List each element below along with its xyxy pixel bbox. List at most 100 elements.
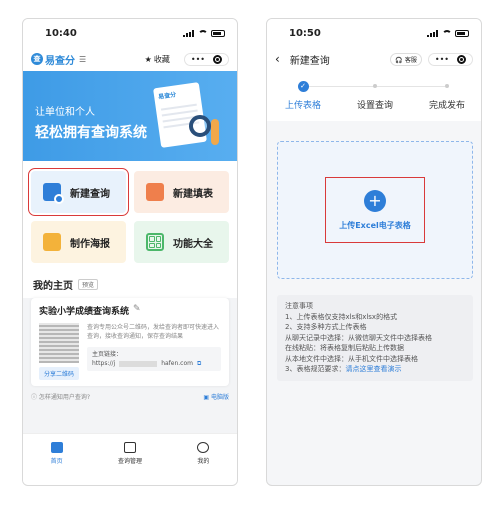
headset-icon: 🎧: [395, 56, 403, 64]
magnifier-illustration: [189, 115, 211, 137]
tab-mine[interactable]: 我的: [197, 442, 209, 485]
pc-version-link[interactable]: ▣ 电脑版: [203, 392, 229, 401]
card-description: 查询专用公众号二维码，发给查询者即可快速进入查询，接收查询通知，保存查询结果: [87, 324, 220, 340]
progress-steps: ✓ 上传表格 设置查询 完成发布: [267, 71, 481, 121]
action-tiles: 新建查询 新建填表 制作海报 功能大全: [23, 161, 237, 273]
logo-text: 易查分: [45, 55, 75, 67]
new-query-tile[interactable]: 新建查询: [28, 168, 129, 216]
share-qr-button[interactable]: 分享二维码: [39, 367, 79, 380]
mini-program-capsule[interactable]: •••: [183, 52, 229, 66]
note-line: 在线粘贴：将表格复制后粘贴上传数据: [285, 344, 404, 352]
back-icon[interactable]: ‹: [275, 52, 280, 66]
query-doc-icon: [43, 183, 64, 204]
my-homepage-header: 我的主页 预览: [23, 273, 237, 298]
favorite-button[interactable]: ★ 收藏: [145, 54, 170, 65]
note-spec-label: 3、表格规范要求：: [285, 365, 346, 373]
status-time: 10:50: [289, 27, 321, 39]
help-question[interactable]: ⓘ 怎样通知用户查询?: [31, 392, 90, 401]
logo-icon: 查: [31, 53, 43, 65]
features-label: 功能大全: [173, 238, 213, 250]
homepage-link-box: 主页链接： https://j hafen.com ⧉: [87, 347, 221, 371]
note-line: 从本地文件中选择：从手机文件中选择表格: [285, 354, 418, 363]
step-upload: ✓ 上传表格: [273, 81, 333, 111]
status-icons: [183, 29, 225, 37]
help-row: ⓘ 怎样通知用户查询? ▣ 电脑版: [23, 386, 237, 407]
image-icon: [43, 233, 61, 251]
features-tile[interactable]: 功能大全: [134, 221, 229, 263]
notes-panel: 注意事项 1、上传表格仅支持xls和xlsx的格式 2、支持多种方式上传表格 从…: [277, 295, 473, 381]
demo-link[interactable]: 请点这里查看演示: [345, 365, 401, 373]
menu-icon[interactable]: ☰: [79, 55, 86, 64]
home-title: 我的主页: [33, 281, 73, 292]
home-icon: [50, 442, 63, 453]
cube-icon: [123, 442, 136, 453]
close-target-icon[interactable]: [457, 54, 466, 64]
form-edit-icon: [146, 183, 164, 201]
step-publish: 完成发布: [417, 81, 477, 111]
qr-code-image: [39, 323, 79, 363]
star-icon: ★: [144, 54, 152, 64]
card-info: 查询专用公众号二维码，发给查询者即可快速进入查询，接收查询通知，保存查询结果 主…: [87, 323, 221, 380]
poster-label: 制作海报: [70, 238, 110, 250]
top-nav: 查 易查分 ☰ ★ 收藏 •••: [23, 47, 237, 71]
customer-service-label: 客服: [404, 56, 417, 64]
check-icon: ✓: [297, 81, 309, 92]
status-bar: 10:40: [23, 19, 237, 47]
tab-mine-label: 我的: [197, 458, 210, 465]
battery-icon: [211, 29, 225, 37]
edit-icon[interactable]: ✎: [133, 304, 141, 317]
person-illustration: [211, 119, 219, 145]
note-line: 1、上传表格仅支持xls和xlsx的格式: [285, 312, 398, 321]
more-icon[interactable]: •••: [191, 55, 205, 64]
promo-banner[interactable]: 让单位和个人 轻松拥有查询系统 易查分: [23, 71, 237, 161]
tab-query-manage[interactable]: 查询管理: [118, 442, 142, 485]
grid-icon: [146, 233, 164, 251]
step-settings: 设置查询: [345, 81, 405, 111]
copy-icon[interactable]: ⧉: [197, 359, 201, 368]
step-dot: [445, 84, 449, 88]
pc-version-text: 电脑版: [210, 394, 229, 401]
step-dot: [373, 84, 377, 88]
mini-program-capsule[interactable]: •••: [427, 52, 473, 66]
tab-home-label: 首页: [50, 458, 63, 465]
battery-icon: [455, 29, 469, 37]
note-line: 3、表格规范要求：请点这里查看演示: [285, 364, 465, 375]
step-upload-label: 上传表格: [284, 101, 321, 111]
more-icon[interactable]: •••: [435, 55, 449, 64]
wifi-icon: [198, 29, 208, 37]
new-form-label: 新建填表: [173, 188, 213, 200]
status-bar: 10:50: [267, 19, 481, 47]
customer-service-button[interactable]: 🎧 客服: [390, 52, 422, 66]
preview-button[interactable]: 预览: [78, 279, 99, 290]
app-logo[interactable]: 查 易查分 ☰: [31, 52, 86, 67]
poster-tile[interactable]: 制作海报: [31, 221, 126, 263]
note-line: 2、支持多种方式上传表格: [285, 323, 367, 331]
page-title: 新建查询: [289, 55, 330, 67]
signal-icon: [427, 29, 439, 37]
favorite-label: 收藏: [153, 54, 170, 64]
tab-home[interactable]: 首页: [50, 442, 63, 485]
step-publish-label: 完成发布: [428, 101, 465, 111]
upload-label: 上传Excel电子表格: [339, 220, 411, 230]
upload-dropzone[interactable]: + 上传Excel电子表格: [277, 141, 473, 279]
qr-column: 分享二维码: [39, 323, 79, 380]
status-icons: [427, 29, 469, 37]
new-form-tile[interactable]: 新建填表: [134, 171, 229, 213]
phone-new-query-screen: 10:50 ‹ 新建查询 🎧 客服 ••• ✓ 上传表格 设置查询 完成发布 +…: [266, 18, 482, 486]
blurred-url-segment: [119, 360, 158, 367]
wifi-icon: [442, 29, 452, 37]
top-nav: ‹ 新建查询 🎧 客服 •••: [267, 47, 481, 71]
close-target-icon[interactable]: [213, 54, 222, 64]
status-time: 10:40: [45, 27, 77, 39]
upload-excel-button[interactable]: + 上传Excel电子表格: [325, 177, 425, 243]
link-suffix: hafen.com: [161, 360, 193, 367]
card-title: 实验小学成绩查询系统 ✎: [39, 304, 221, 317]
phone-home-screen: 10:40 查 易查分 ☰ ★ 收藏 ••• 让单位和个人 轻松拥有查询系统 易…: [22, 18, 238, 486]
new-query-label: 新建查询: [70, 188, 110, 200]
link-url[interactable]: https://j hafen.com ⧉: [92, 359, 216, 368]
bottom-tab-bar: 首页 查询管理 我的: [23, 433, 237, 485]
document-logo: 易查分: [157, 91, 177, 101]
notes-title: 注意事项: [285, 302, 313, 310]
link-label: 主页链接：: [92, 351, 123, 358]
help-question-text: 怎样通知用户查询?: [38, 394, 91, 401]
